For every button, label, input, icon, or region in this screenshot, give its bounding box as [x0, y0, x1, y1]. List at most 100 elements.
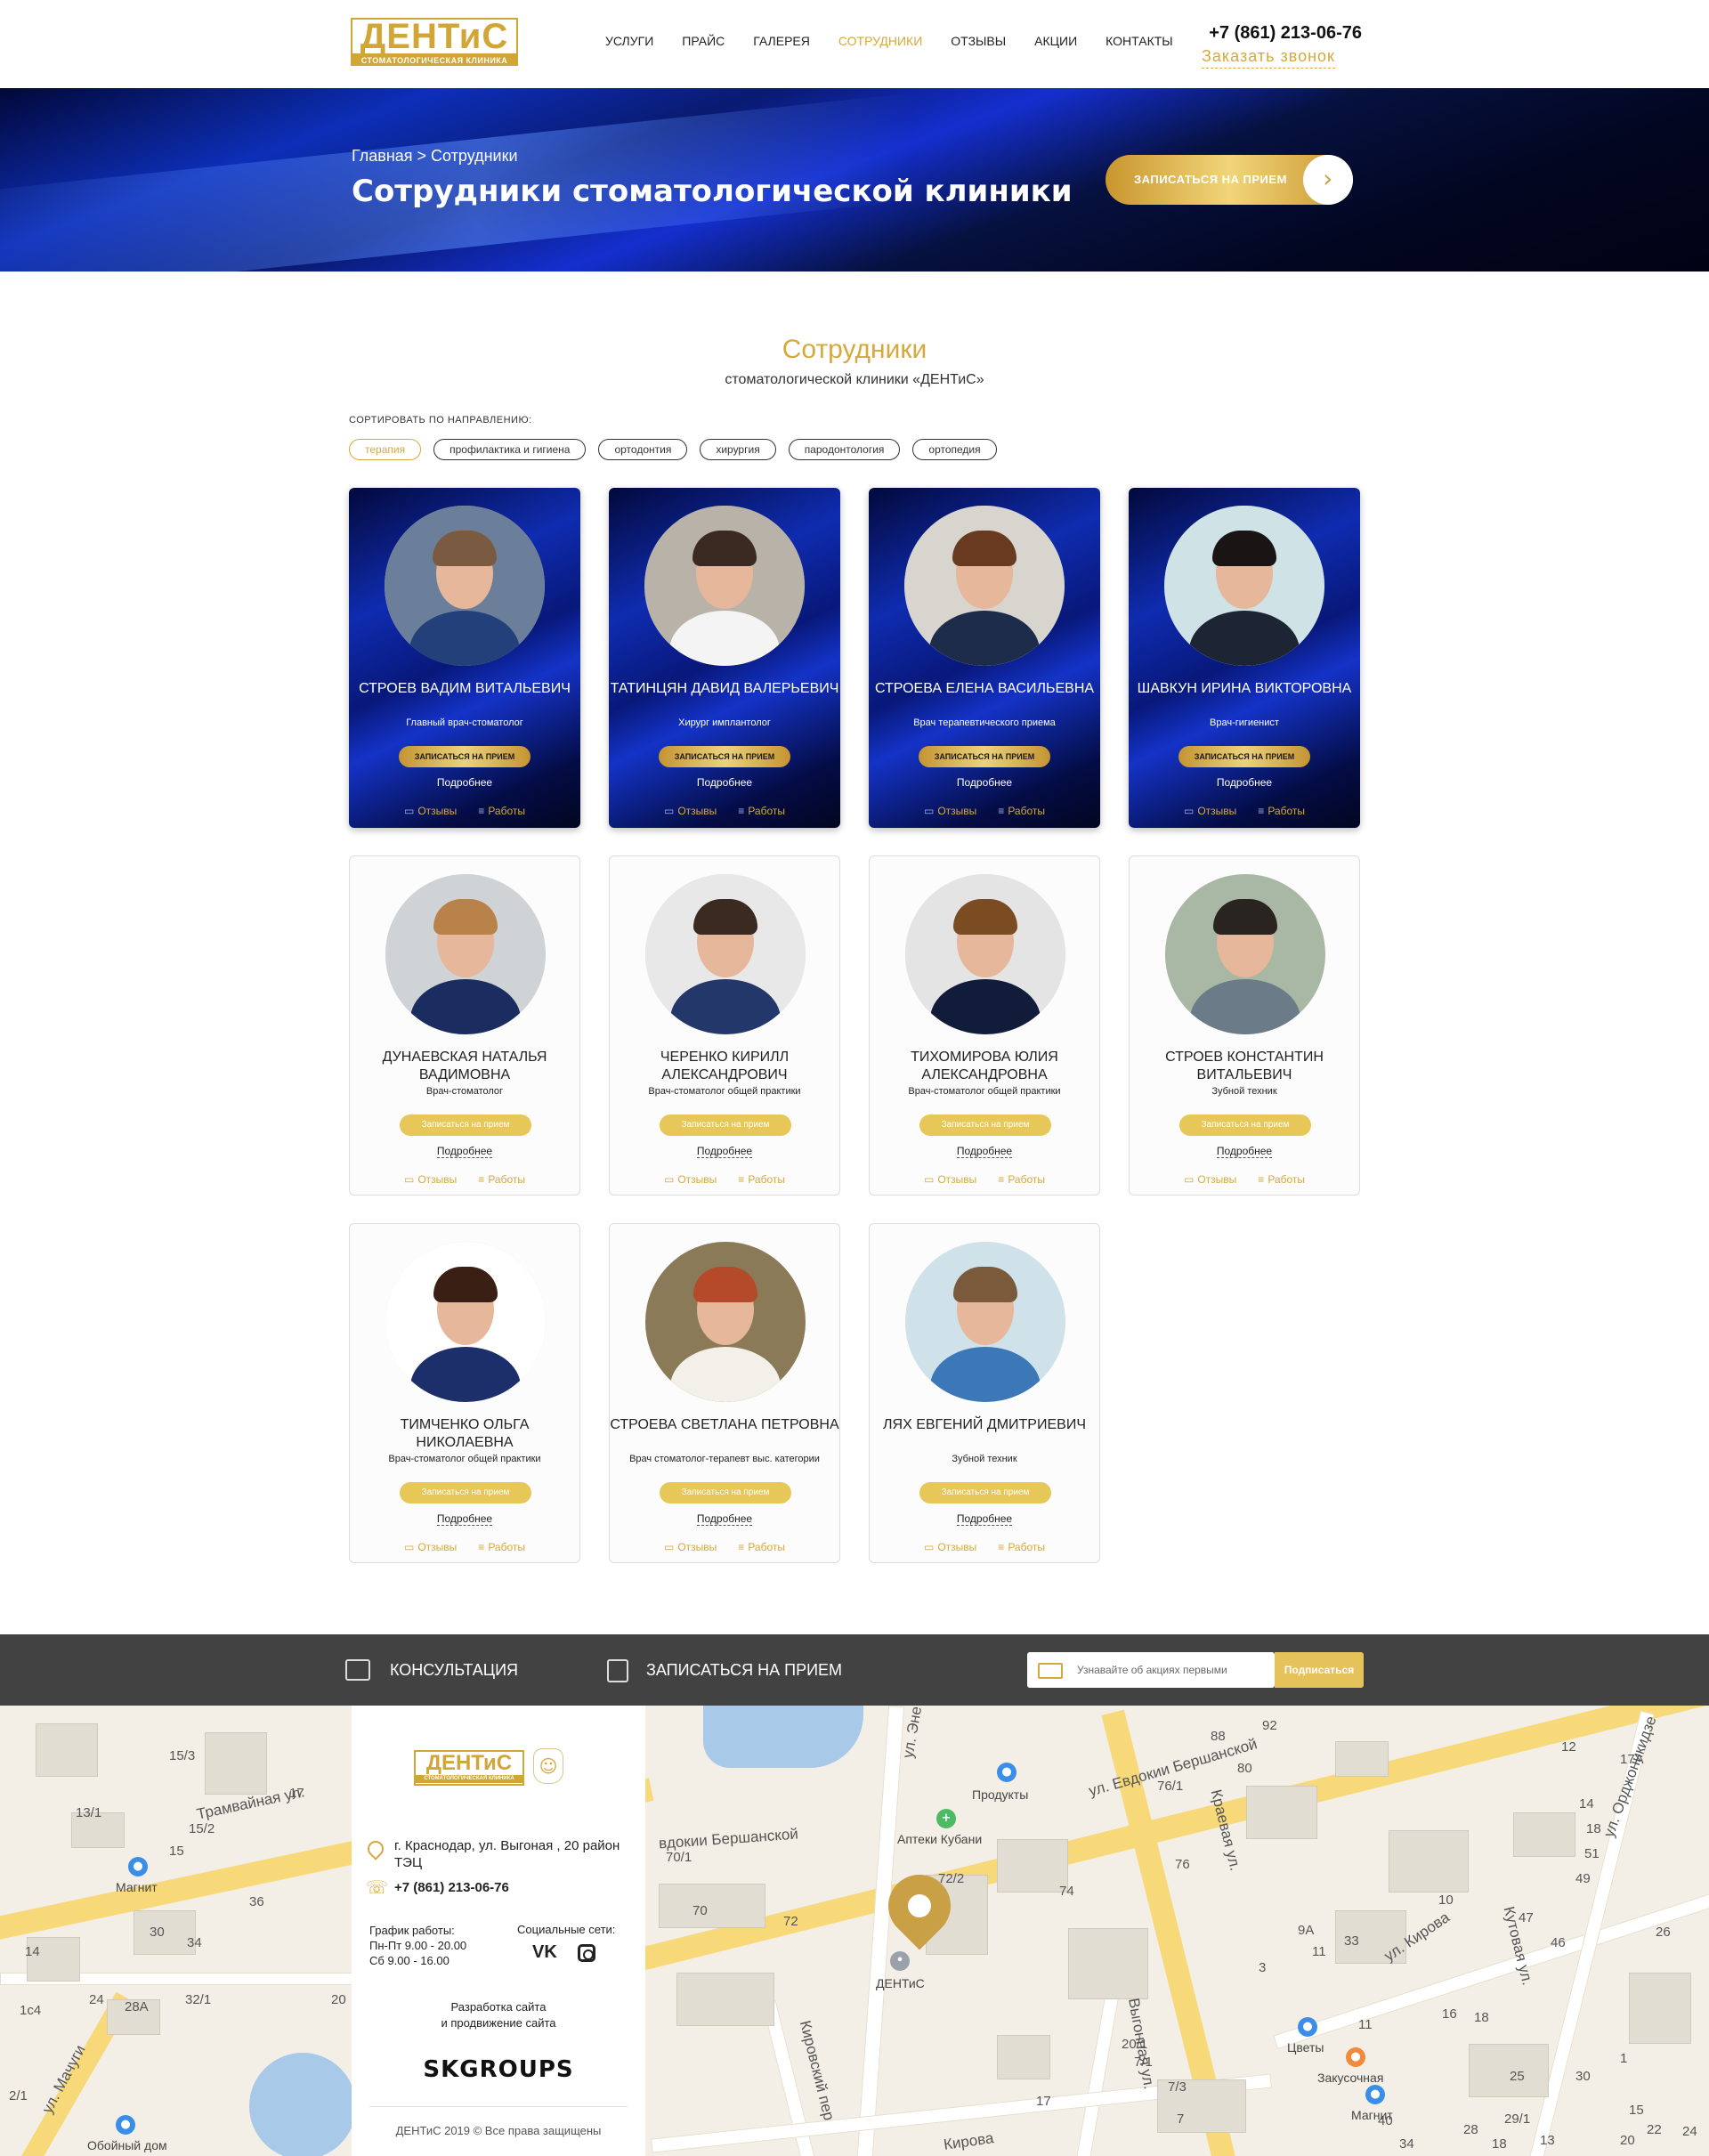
staff-card[interactable]: ШАВКУН ИРИНА ВИКТОРОВНА Врач-гигиенист ЗАП… — [1129, 488, 1360, 828]
reviews-link[interactable]: ▭ Отзывы — [924, 1541, 976, 1553]
nav-services[interactable]: УСЛУГИ — [605, 34, 653, 48]
staff-photo[interactable] — [385, 874, 546, 1034]
staff-card[interactable]: ЧЕРЕНКО КИРИЛЛ АЛЕКСАНДРОВИЧ Врач-стомато… — [609, 855, 840, 1196]
header-phone[interactable]: +7 (861) 213-06-76 — [1209, 23, 1362, 44]
card-book-button[interactable]: Записаться на прием — [919, 1482, 1051, 1504]
filter-periodontology[interactable]: пародонтология — [788, 439, 901, 460]
filter-orthodontics[interactable]: ортодонтия — [598, 439, 688, 460]
map[interactable]: Трамвайная ул. ул. Евдокии Бершанской вд… — [0, 1706, 1709, 2156]
reviews-link[interactable]: ▭ Отзывы — [1184, 1173, 1236, 1186]
reviews-link[interactable]: ▭ Отзывы — [404, 1173, 457, 1186]
consultation-link[interactable]: КОНСУЛЬТАЦИЯ — [390, 1634, 518, 1706]
staff-photo[interactable] — [1165, 874, 1325, 1034]
staff-card[interactable]: ТАТИНЦЯН ДАВИД ВАЛЕРЬЕВИЧ Хирург импланто… — [609, 488, 840, 828]
more-link[interactable]: Подробнее — [870, 1512, 1099, 1526]
works-link[interactable]: ≡ Работы — [998, 1541, 1045, 1553]
card-book-button[interactable]: Записаться на прием — [660, 1114, 791, 1136]
more-link[interactable]: Подробнее — [869, 776, 1100, 789]
staff-photo[interactable] — [905, 874, 1065, 1034]
staff-card[interactable]: ТИХОМИРОВА ЮЛИЯ АЛЕКСАНДРОВНА Врач-стомат… — [869, 855, 1100, 1196]
staff-card[interactable]: СТРОЕВА СВЕТЛАНА ПЕТРОВНА Врач стоматолог… — [609, 1223, 840, 1563]
works-link[interactable]: ≡ Работы — [478, 805, 525, 817]
staff-card[interactable]: ТИМЧЕНКО ОЛЬГА НИКОЛАЕВНА Врач-стоматолог… — [349, 1223, 580, 1563]
works-link[interactable]: ≡ Работы — [738, 805, 785, 817]
pharmacy-icon[interactable]: + — [936, 1809, 956, 1828]
more-link[interactable]: Подробнее — [349, 776, 580, 789]
filter-hygiene[interactable]: профилактика и гигиена — [433, 439, 587, 460]
more-link[interactable]: Подробнее — [609, 776, 840, 789]
nav-contacts[interactable]: КОНТАКТЫ — [1106, 34, 1173, 48]
developer-logo[interactable]: SKGROUPS — [352, 2056, 645, 2083]
nav-promotions[interactable]: АКЦИИ — [1034, 34, 1077, 48]
more-link[interactable]: Подробнее — [350, 1512, 579, 1526]
works-link[interactable]: ≡ Работы — [998, 805, 1045, 817]
email-input[interactable]: Узнавайте об акциях первыми — [1077, 1652, 1227, 1688]
works-link[interactable]: ≡ Работы — [478, 1541, 525, 1553]
reviews-link[interactable]: ▭ Отзывы — [664, 1541, 717, 1553]
footer-logo[interactable]: ДЕНТиС СТОМАТОЛОГИЧЕСКАЯ КЛИНИКА — [414, 1750, 524, 1786]
reviews-link[interactable]: ▭ Отзывы — [664, 1173, 717, 1186]
nav-reviews[interactable]: ОТЗЫВЫ — [951, 34, 1006, 48]
staff-photo[interactable] — [645, 1242, 806, 1402]
reviews-link[interactable]: ▭ Отзывы — [924, 1173, 976, 1186]
works-link[interactable]: ≡ Работы — [1258, 1173, 1305, 1186]
reviews-link[interactable]: ▭ Отзывы — [404, 1541, 457, 1553]
shop-icon[interactable]: ● — [1365, 2085, 1385, 2104]
staff-photo[interactable] — [905, 1242, 1065, 1402]
more-link[interactable]: Подробнее — [1129, 776, 1360, 789]
breadcrumb[interactable]: Главная > Сотрудники — [352, 147, 518, 166]
more-link[interactable]: Подробнее — [870, 1145, 1099, 1158]
footer-phone[interactable]: +7 (861) 213-06-76 — [394, 1880, 509, 1895]
shop-icon[interactable]: ● — [116, 2115, 135, 2135]
nav-gallery[interactable]: ГАЛЕРЕЯ — [753, 34, 810, 48]
more-link[interactable]: Подробнее — [350, 1145, 579, 1158]
staff-photo[interactable] — [645, 874, 806, 1034]
appointment-link[interactable]: ЗАПИСАТЬСЯ НА ПРИЕМ — [646, 1634, 842, 1706]
card-book-button[interactable]: Записаться на прием — [1179, 1114, 1311, 1136]
staff-card[interactable]: СТРОЕВ ВАДИМ ВИТАЛЬЕВИЧ Главный врач-стом… — [349, 488, 580, 828]
nav-staff[interactable]: СОТРУДНИКИ — [838, 34, 922, 48]
callback-link[interactable]: Заказать звонок — [1202, 47, 1335, 69]
more-link[interactable]: Подробнее — [610, 1512, 839, 1526]
shop-icon[interactable]: ● — [997, 1763, 1016, 1782]
logo[interactable]: ДЕНТиС СТОМАТОЛОГИЧЕСКАЯ КЛИНИКА — [351, 18, 518, 69]
book-appointment-button[interactable]: ЗАПИСАТЬСЯ НА ПРИЕМ › — [1106, 155, 1353, 205]
card-book-button[interactable]: ЗАПИСАТЬСЯ НА ПРИЕМ — [1178, 746, 1310, 767]
more-link[interactable]: Подробнее — [610, 1145, 839, 1158]
works-link[interactable]: ≡ Работы — [1258, 805, 1305, 817]
staff-photo[interactable] — [1164, 506, 1324, 666]
card-book-button[interactable]: ЗАПИСАТЬСЯ НА ПРИЕМ — [659, 746, 790, 767]
card-book-button[interactable]: ЗАПИСАТЬСЯ НА ПРИЕМ — [919, 746, 1050, 767]
snack-bar-icon[interactable]: ● — [1346, 2047, 1365, 2067]
reviews-link[interactable]: ▭ Отзывы — [924, 805, 976, 817]
instagram-icon[interactable] — [578, 1944, 595, 1962]
dentist-icon[interactable]: • — [890, 1951, 910, 1971]
card-book-button[interactable]: Записаться на прием — [919, 1114, 1051, 1136]
staff-card[interactable]: ЛЯХ ЕВГЕНИЙ ДМИТРИЕВИЧ Зубной техник Запис… — [869, 1223, 1100, 1563]
reviews-link[interactable]: ▭ Отзывы — [664, 805, 717, 817]
vk-icon[interactable]: VK — [532, 1942, 557, 1963]
works-link[interactable]: ≡ Работы — [738, 1173, 785, 1186]
card-book-button[interactable]: Записаться на прием — [660, 1482, 791, 1504]
reviews-link[interactable]: ▭ Отзывы — [404, 805, 457, 817]
more-link[interactable]: Подробнее — [1130, 1145, 1359, 1158]
staff-photo[interactable] — [385, 506, 545, 666]
flower-shop-icon[interactable]: ● — [1298, 2017, 1317, 2037]
works-link[interactable]: ≡ Работы — [738, 1541, 785, 1553]
staff-photo[interactable] — [644, 506, 805, 666]
works-link[interactable]: ≡ Работы — [998, 1173, 1045, 1186]
nav-price[interactable]: ПРАЙС — [682, 34, 725, 48]
filter-orthopedics[interactable]: ортопедия — [912, 439, 997, 460]
staff-card[interactable]: СТРОЕВ КОНСТАНТИН ВИТАЛЬЕВИЧ Зубной техни… — [1129, 855, 1360, 1196]
filter-therapy[interactable]: терапия — [349, 439, 422, 460]
staff-card[interactable]: ДУНАЕВСКАЯ НАТАЛЬЯ ВАДИМОВНА Врач-стомато… — [349, 855, 580, 1196]
staff-photo[interactable] — [385, 1242, 546, 1402]
card-book-button[interactable]: ЗАПИСАТЬСЯ НА ПРИЕМ — [399, 746, 531, 767]
filter-surgery[interactable]: хирургия — [700, 439, 776, 460]
card-book-button[interactable]: Записаться на прием — [400, 1114, 531, 1136]
staff-photo[interactable] — [904, 506, 1065, 666]
subscribe-button[interactable]: Подписаться — [1275, 1652, 1364, 1688]
works-link[interactable]: ≡ Работы — [478, 1173, 525, 1186]
staff-card[interactable]: СТРОЕВА ЕЛЕНА ВАСИЛЬЕВНА Врач терапевтиче… — [869, 488, 1100, 828]
card-book-button[interactable]: Записаться на прием — [400, 1482, 531, 1504]
